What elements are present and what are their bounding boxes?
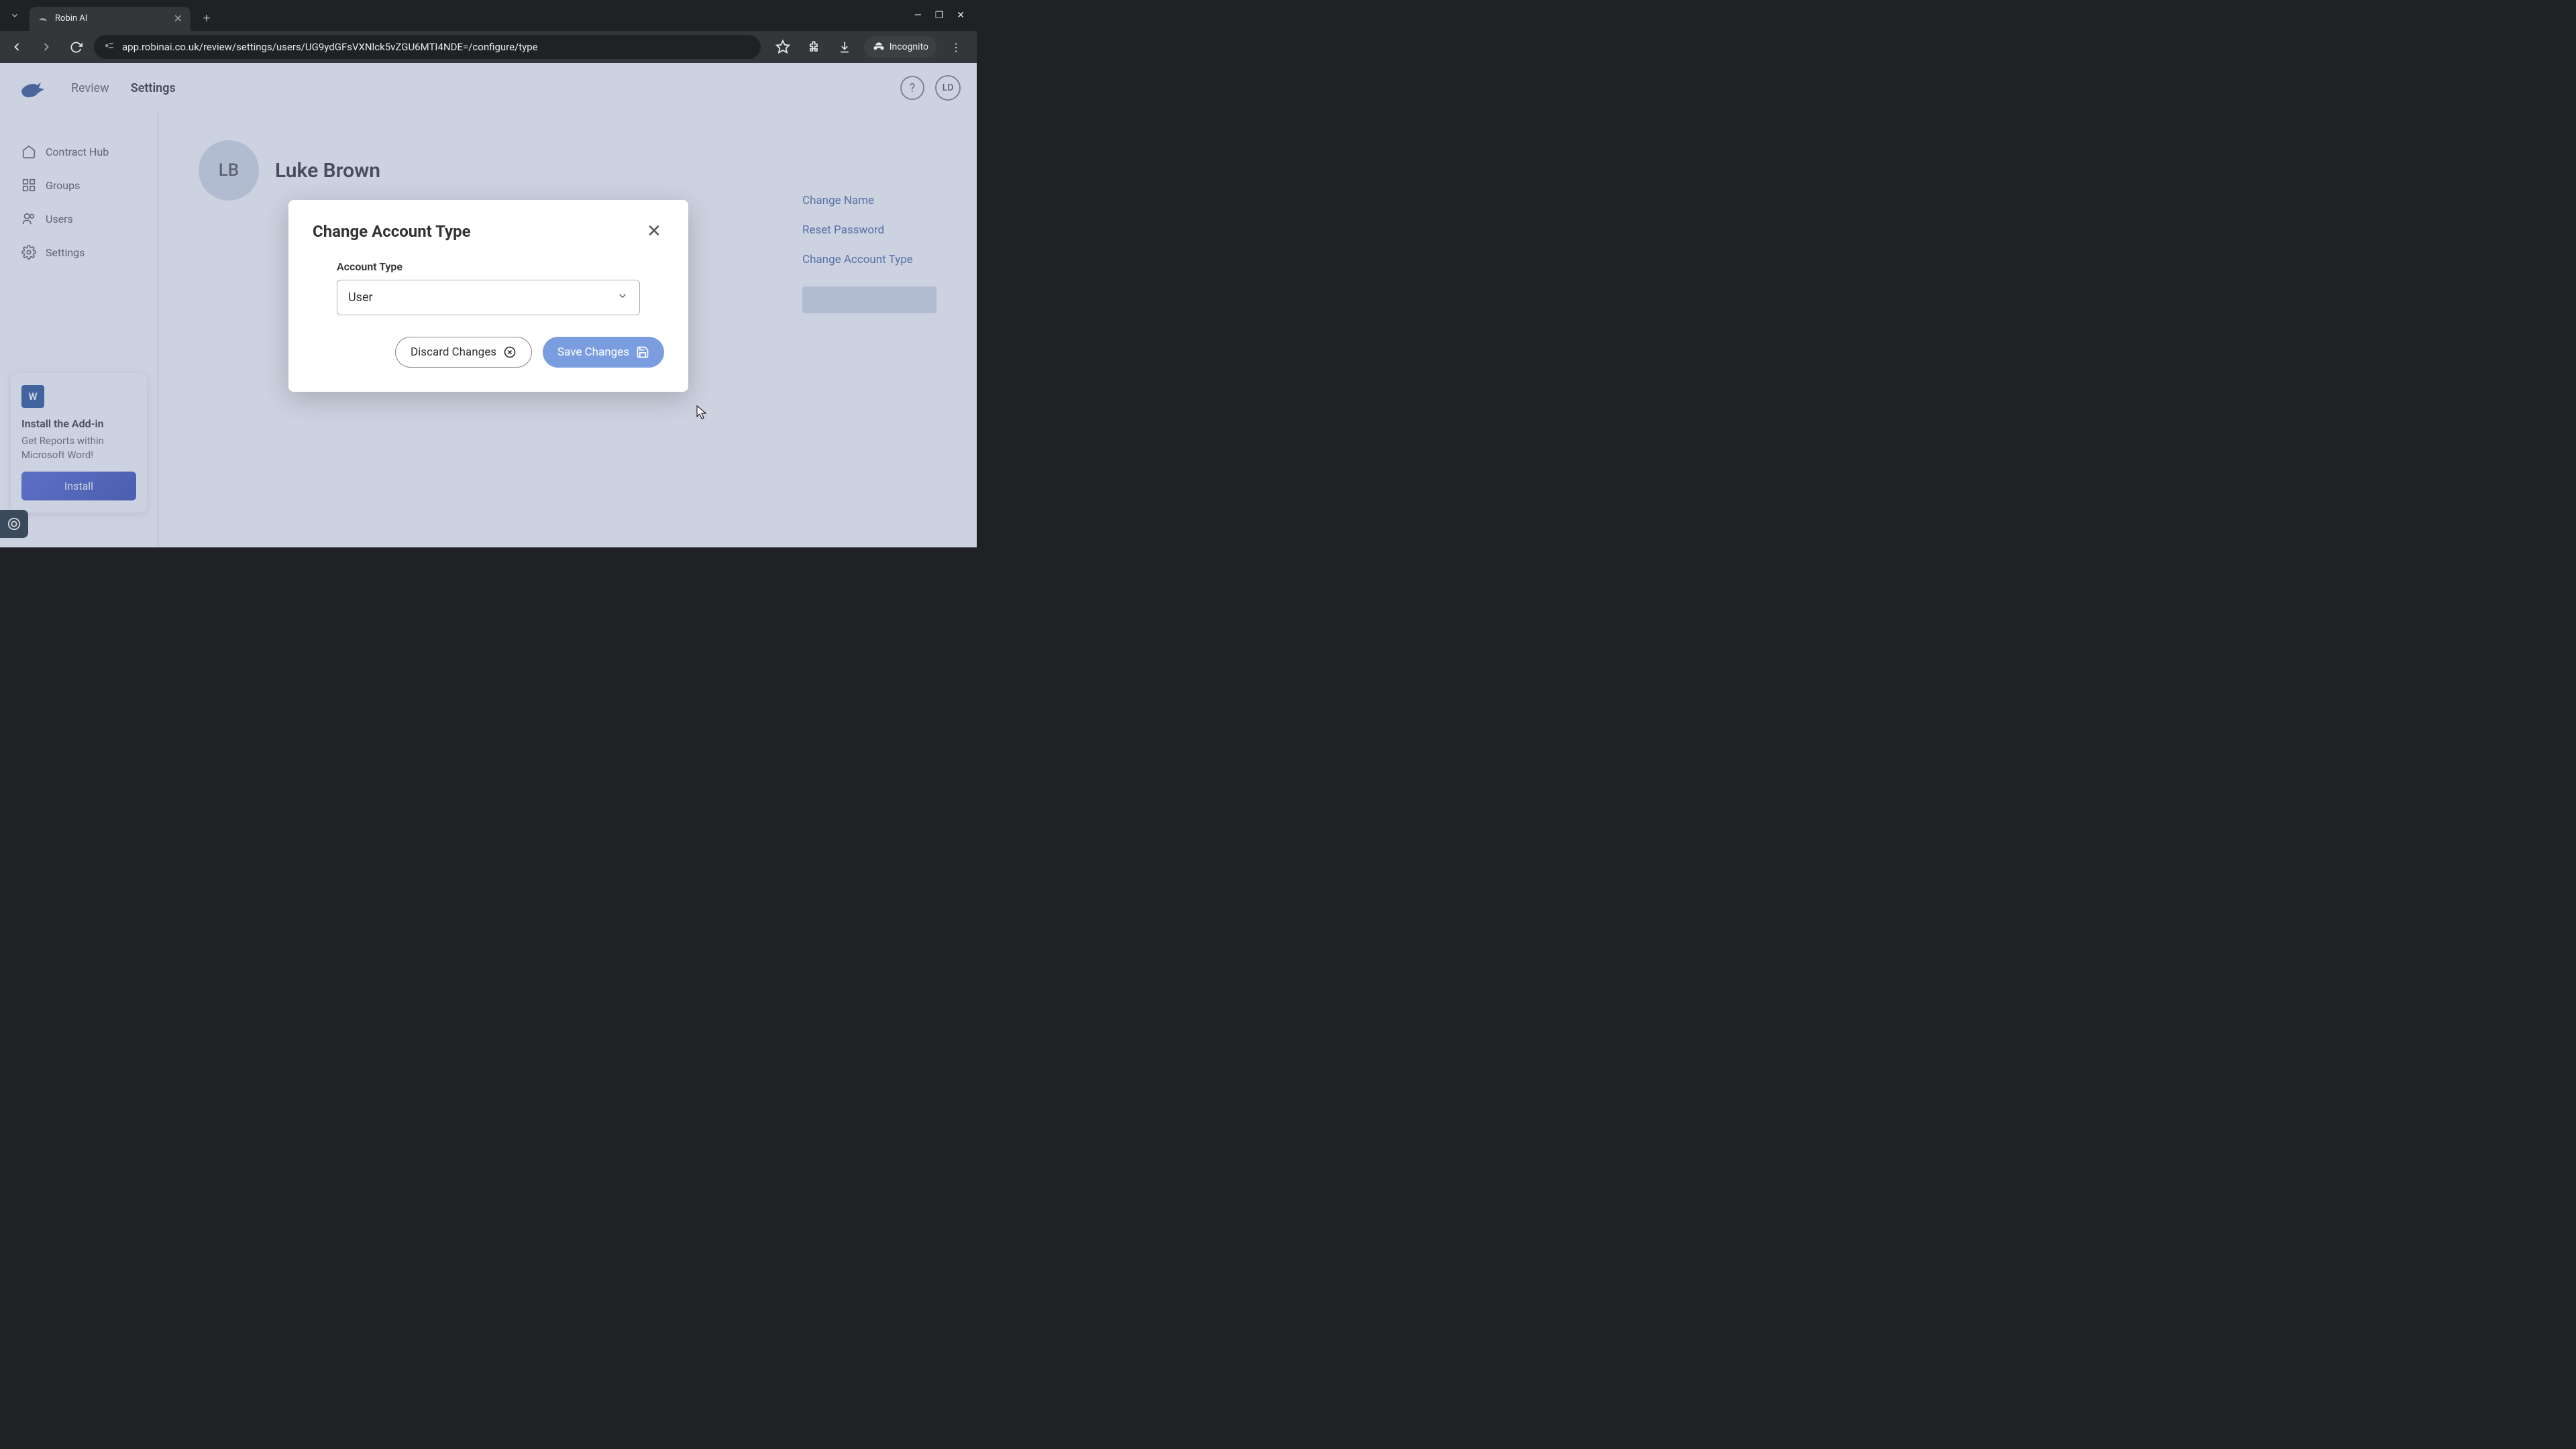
minimize-button[interactable]: —	[914, 10, 922, 21]
maximize-button[interactable]: ❐	[935, 10, 944, 21]
account-type-label: Account Type	[337, 260, 640, 273]
change-account-type-modal: Change Account Type ✕ Account Type User …	[288, 200, 688, 392]
browser-toolbar: app.robinai.co.uk/review/settings/users/…	[0, 31, 977, 63]
x-circle-icon	[503, 345, 517, 359]
save-changes-button[interactable]: Save Changes	[543, 337, 664, 368]
save-icon	[636, 345, 649, 359]
window-controls: — ❐ ✕	[914, 10, 977, 21]
close-icon[interactable]: ✕	[644, 221, 664, 241]
tab-title: Robin AI	[55, 13, 168, 23]
account-type-select[interactable]: User	[337, 280, 640, 315]
discard-changes-button[interactable]: Discard Changes	[395, 337, 532, 368]
save-label: Save Changes	[557, 345, 629, 359]
close-window-button[interactable]: ✕	[957, 10, 965, 21]
tab-close-icon[interactable]: ✕	[174, 12, 182, 25]
account-type-value: User	[348, 290, 373, 305]
discard-label: Discard Changes	[411, 345, 496, 359]
extensions-icon[interactable]	[802, 36, 825, 58]
forward-button[interactable]	[35, 36, 58, 58]
site-info-icon[interactable]	[103, 40, 115, 54]
browser-menu-icon[interactable]: ⋮	[945, 36, 967, 58]
address-bar[interactable]: app.robinai.co.uk/review/settings/users/…	[94, 35, 761, 59]
app-root: Review Settings ? LD Contract Hub Groups…	[0, 63, 977, 547]
incognito-label: Incognito	[890, 42, 928, 52]
incognito-badge[interactable]: Incognito	[864, 36, 936, 58]
new-tab-button[interactable]: +	[196, 7, 217, 29]
modal-title: Change Account Type	[313, 222, 471, 241]
bookmark-icon[interactable]	[771, 36, 794, 58]
back-button[interactable]	[5, 36, 28, 58]
reload-button[interactable]	[64, 36, 87, 58]
browser-tab-strip: Robin AI ✕ + — ❐ ✕	[0, 0, 977, 31]
browser-tab[interactable]: Robin AI ✕	[30, 7, 191, 31]
chevron-down-icon	[616, 290, 629, 305]
url-text: app.robinai.co.uk/review/settings/users/…	[122, 41, 538, 53]
downloads-icon[interactable]	[833, 36, 856, 58]
help-fab-button[interactable]	[0, 510, 28, 538]
tab-search-dropdown[interactable]	[0, 0, 30, 31]
tab-favicon-icon	[38, 13, 50, 25]
